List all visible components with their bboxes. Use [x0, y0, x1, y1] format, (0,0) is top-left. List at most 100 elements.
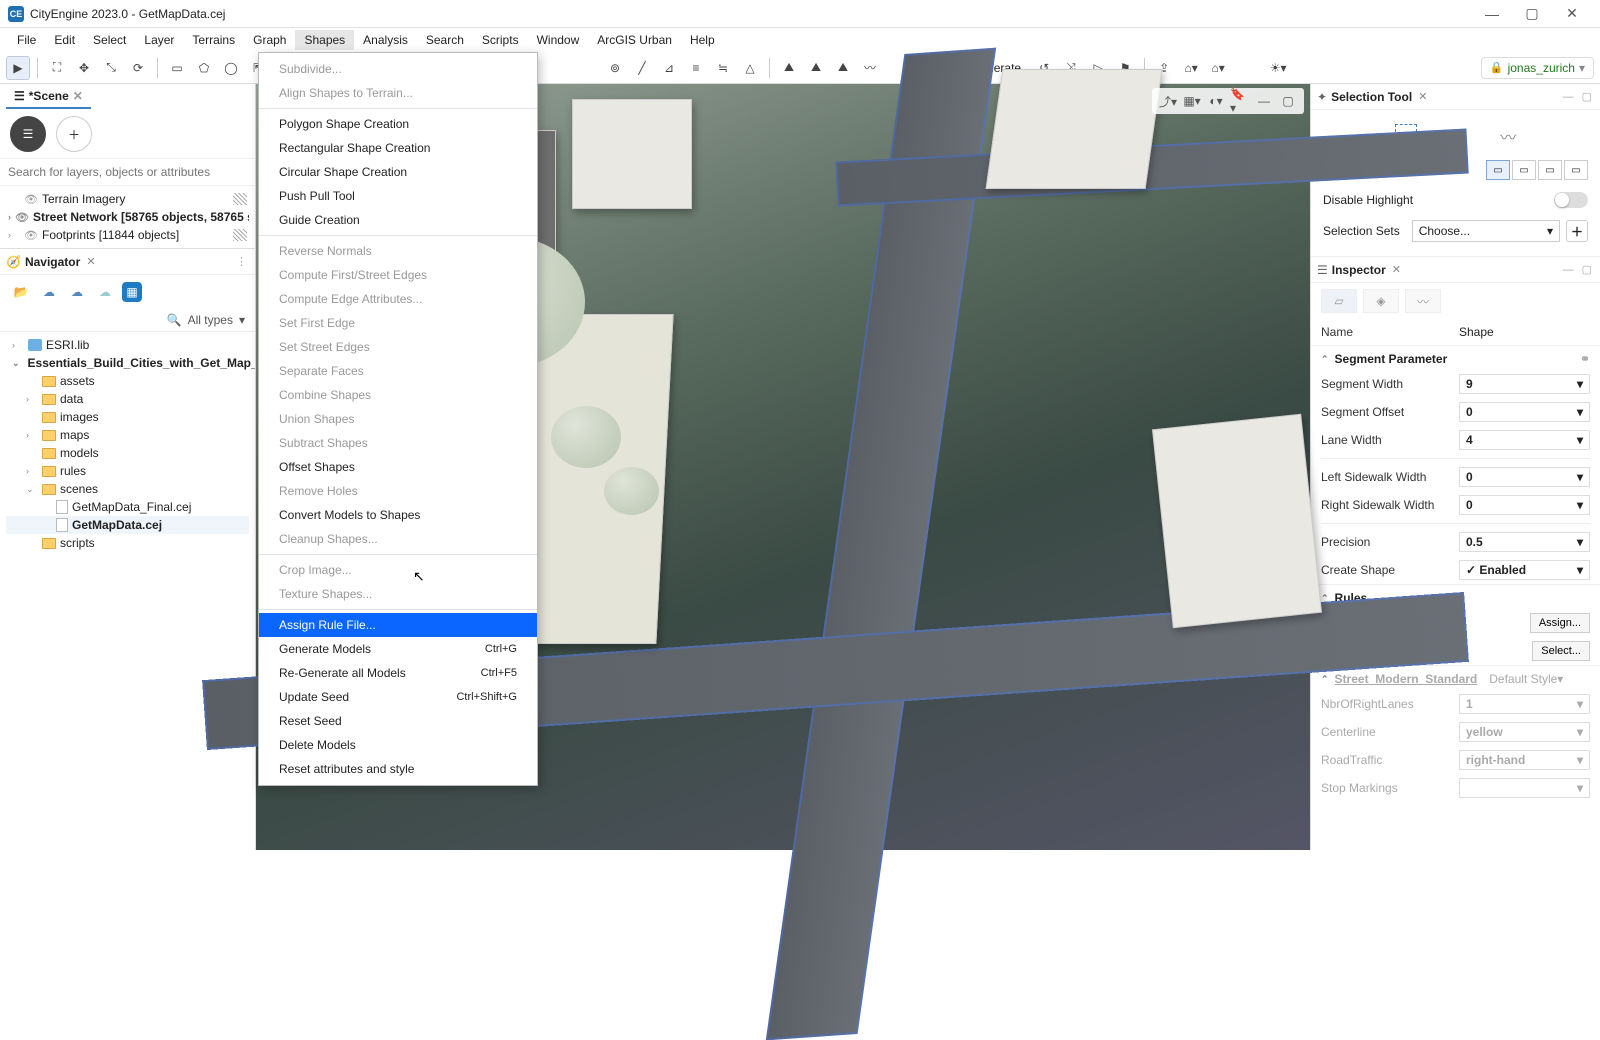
scene-layer-row[interactable]: ›👁Street Network [58765 objects, 58765 s…: [6, 208, 249, 226]
sun-icon[interactable]: ☀▾: [1266, 56, 1290, 80]
terrain2-icon[interactable]: ⛰: [804, 56, 828, 80]
add-selection-set-button[interactable]: ＋: [1566, 220, 1588, 242]
close-icon[interactable]: ✕: [1392, 263, 1401, 276]
scene-layer-row[interactable]: 👁Terrain Imagery: [6, 190, 249, 208]
panel-min-icon[interactable]: —: [1561, 91, 1576, 103]
camera2-icon[interactable]: ⌂▾: [1206, 56, 1230, 80]
share-icon[interactable]: ⤴▾: [1158, 91, 1178, 111]
minimize-viewport-icon[interactable]: —: [1254, 91, 1274, 111]
menu-item-delete-models[interactable]: Delete Models: [259, 733, 537, 757]
visibility-icon[interactable]: 👁: [15, 211, 29, 224]
menu-terrains[interactable]: Terrains: [183, 30, 244, 50]
menu-item-assign-rule-file-[interactable]: Assign Rule File...: [259, 613, 537, 637]
panel-menu-icon[interactable]: ⋮: [234, 255, 249, 268]
menu-analysis[interactable]: Analysis: [354, 30, 417, 50]
menu-item-update-seed[interactable]: Update SeedCtrl+Shift+G: [259, 685, 537, 709]
inspector-row-value[interactable]: ✓ Enabled▾: [1459, 560, 1590, 580]
maximize-button[interactable]: ▢: [1512, 5, 1552, 22]
inspector-tab-stack[interactable]: ◈: [1363, 289, 1399, 313]
selection-sets-dropdown[interactable]: Choose... ▾: [1412, 220, 1560, 242]
segment-parameter-section[interactable]: ⌃ Segment Parameter ⚭: [1311, 345, 1600, 370]
menu-shapes[interactable]: Shapes: [295, 30, 354, 50]
open-folder-icon[interactable]: 📂: [10, 281, 32, 303]
street-align-icon[interactable]: ≡: [684, 56, 708, 80]
menu-item-offset-shapes[interactable]: Offset Shapes: [259, 455, 537, 479]
street-edit-icon[interactable]: ⊿: [657, 56, 681, 80]
menu-item-push-pull-tool[interactable]: Push Pull Tool: [259, 184, 537, 208]
select-rule-button[interactable]: Select...: [1532, 641, 1590, 661]
cloud-plain-icon[interactable]: ☁: [94, 281, 116, 303]
menu-item-guide-creation[interactable]: Guide Creation: [259, 208, 537, 232]
navigator-row[interactable]: ⌄Essentials_Build_Cities_with_Get_Map_Da…: [6, 354, 249, 372]
menu-layer[interactable]: Layer: [135, 30, 183, 50]
panel-max-icon[interactable]: ▢: [1580, 90, 1594, 103]
menu-item-reset-attributes-and-style[interactable]: Reset attributes and style: [259, 757, 537, 781]
street-style-value[interactable]: Default Style▾: [1489, 672, 1599, 686]
menu-item-reset-seed[interactable]: Reset Seed: [259, 709, 537, 733]
scale-tool-icon[interactable]: ⤡: [99, 56, 123, 80]
navigator-filter[interactable]: 🔍 All types ▾: [0, 309, 255, 332]
navigator-row[interactable]: scripts: [6, 534, 249, 552]
circle-shape-icon[interactable]: ◯: [219, 56, 243, 80]
inspector-row-value[interactable]: 0▾: [1459, 402, 1590, 422]
measure-icon[interactable]: △: [738, 56, 762, 80]
menu-item-rectangular-shape-creation[interactable]: Rectangular Shape Creation: [259, 136, 537, 160]
menu-file[interactable]: File: [8, 30, 45, 50]
lasso-select-icon[interactable]: 〰: [1500, 124, 1516, 148]
frame-tool-icon[interactable]: ⛶: [45, 56, 69, 80]
menu-arcgis-urban[interactable]: ArcGIS Urban: [588, 30, 681, 50]
link-icon[interactable]: ⚭: [1580, 352, 1590, 366]
inspector-row-value[interactable]: 1▾: [1459, 694, 1590, 714]
layers-view-button[interactable]: ☰: [10, 116, 46, 152]
visibility-icon[interactable]: 👁: [24, 229, 38, 242]
menu-item-circular-shape-creation[interactable]: Circular Shape Creation: [259, 160, 537, 184]
shade-icon[interactable]: ◐▾: [1206, 91, 1226, 111]
maximize-viewport-icon[interactable]: ▢: [1278, 91, 1298, 111]
navigator-row[interactable]: images: [6, 408, 249, 426]
navigator-row[interactable]: assets: [6, 372, 249, 390]
navigator-row[interactable]: GetMapData_Final.cej: [6, 498, 249, 516]
add-layer-button[interactable]: ＋: [56, 116, 92, 152]
scene-tab[interactable]: ☰ *Scene ✕: [6, 85, 91, 109]
navigator-row[interactable]: ⌄scenes: [6, 480, 249, 498]
inspector-tab-cloud[interactable]: 〰: [1405, 289, 1441, 313]
inspector-row-value[interactable]: 9▾: [1459, 374, 1590, 394]
inspector-row-value[interactable]: ▾: [1459, 778, 1590, 798]
street-node-icon[interactable]: ⊚: [603, 56, 627, 80]
menu-edit[interactable]: Edit: [45, 30, 84, 50]
disable-highlight-toggle[interactable]: [1554, 192, 1588, 208]
rect-shape-icon[interactable]: ▭: [165, 56, 189, 80]
navigator-row[interactable]: ›data: [6, 390, 249, 408]
menu-select[interactable]: Select: [84, 30, 135, 50]
inspector-row-value[interactable]: 4▾: [1459, 430, 1590, 450]
menu-item-polygon-shape-creation[interactable]: Polygon Shape Creation: [259, 112, 537, 136]
street-edge-icon[interactable]: ╱: [630, 56, 654, 80]
visibility-icon[interactable]: 👁: [24, 193, 38, 206]
rotate-tool-icon[interactable]: ⟳: [126, 56, 150, 80]
box-icon[interactable]: ▦▾: [1182, 91, 1202, 111]
menu-window[interactable]: Window: [528, 30, 589, 50]
move-tool-icon[interactable]: ✥: [72, 56, 96, 80]
poly-shape-icon[interactable]: ⬠: [192, 56, 216, 80]
panel-max-icon[interactable]: ▢: [1580, 263, 1594, 276]
menu-help[interactable]: Help: [681, 30, 724, 50]
navigator-row[interactable]: models: [6, 444, 249, 462]
cloud-up-icon[interactable]: ☁: [38, 281, 60, 303]
camera1-icon[interactable]: ⌂▾: [1179, 56, 1203, 80]
navigator-row[interactable]: GetMapData.cej: [6, 516, 249, 534]
db-icon[interactable]: ▦: [122, 282, 142, 302]
street-snap-icon[interactable]: ≒: [711, 56, 735, 80]
close-window-button[interactable]: ✕: [1552, 5, 1592, 22]
close-icon[interactable]: ✕: [86, 255, 95, 268]
inspector-row-value[interactable]: 0▾: [1459, 467, 1590, 487]
inspector-tab-shape[interactable]: ▱: [1321, 289, 1357, 313]
menu-scripts[interactable]: Scripts: [473, 30, 528, 50]
menu-item-convert-models-to-shapes[interactable]: Convert Models to Shapes: [259, 503, 537, 527]
terrain1-icon[interactable]: ⛰: [777, 56, 801, 80]
wind-icon[interactable]: 〰: [858, 56, 882, 80]
inspector-row-value[interactable]: right-hand▾: [1459, 750, 1590, 770]
navigator-row[interactable]: ›rules: [6, 462, 249, 480]
scene-search-input[interactable]: [0, 158, 255, 186]
inspector-row-value[interactable]: 0▾: [1459, 495, 1590, 515]
panel-min-icon[interactable]: —: [1561, 264, 1576, 276]
